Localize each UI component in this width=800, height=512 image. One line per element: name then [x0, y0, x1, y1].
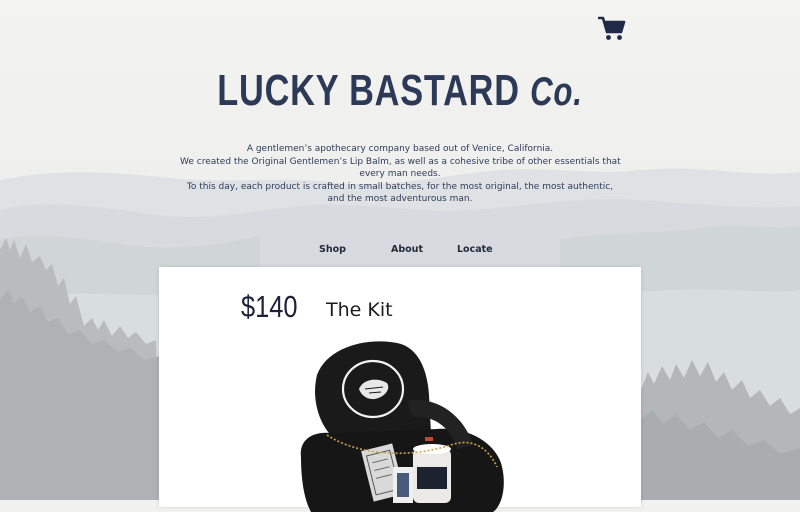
- description-line: every man needs.: [359, 169, 441, 179]
- product-name: The Kit: [326, 299, 393, 321]
- brand-name: LUCKY BASTARD: [217, 66, 520, 115]
- nav-item-about[interactable]: About: [391, 244, 423, 255]
- brand-logo[interactable]: LUCKY BASTARD Co.: [88, 66, 712, 116]
- nav-item-locate[interactable]: Locate: [457, 244, 493, 255]
- shopping-cart-icon[interactable]: [598, 16, 626, 42]
- description-line: We created the Original Gentlemen’s Lip …: [180, 156, 621, 167]
- description-line: and the most adventurous man.: [327, 194, 473, 204]
- description-line: To this day, each product is crafted in …: [186, 181, 614, 192]
- product-image[interactable]: [297, 337, 512, 512]
- product-price: $140: [241, 289, 298, 324]
- nav-item-shop[interactable]: Shop: [319, 244, 346, 255]
- product-card[interactable]: $140 The Kit: [159, 267, 641, 512]
- description-line: A gentlemen’s apothecary company based o…: [246, 144, 554, 154]
- brand-description: A gentlemen’s apothecary company based o…: [180, 143, 621, 206]
- main-nav: Shop About Locate: [0, 244, 800, 258]
- brand-suffix: Co.: [530, 70, 583, 114]
